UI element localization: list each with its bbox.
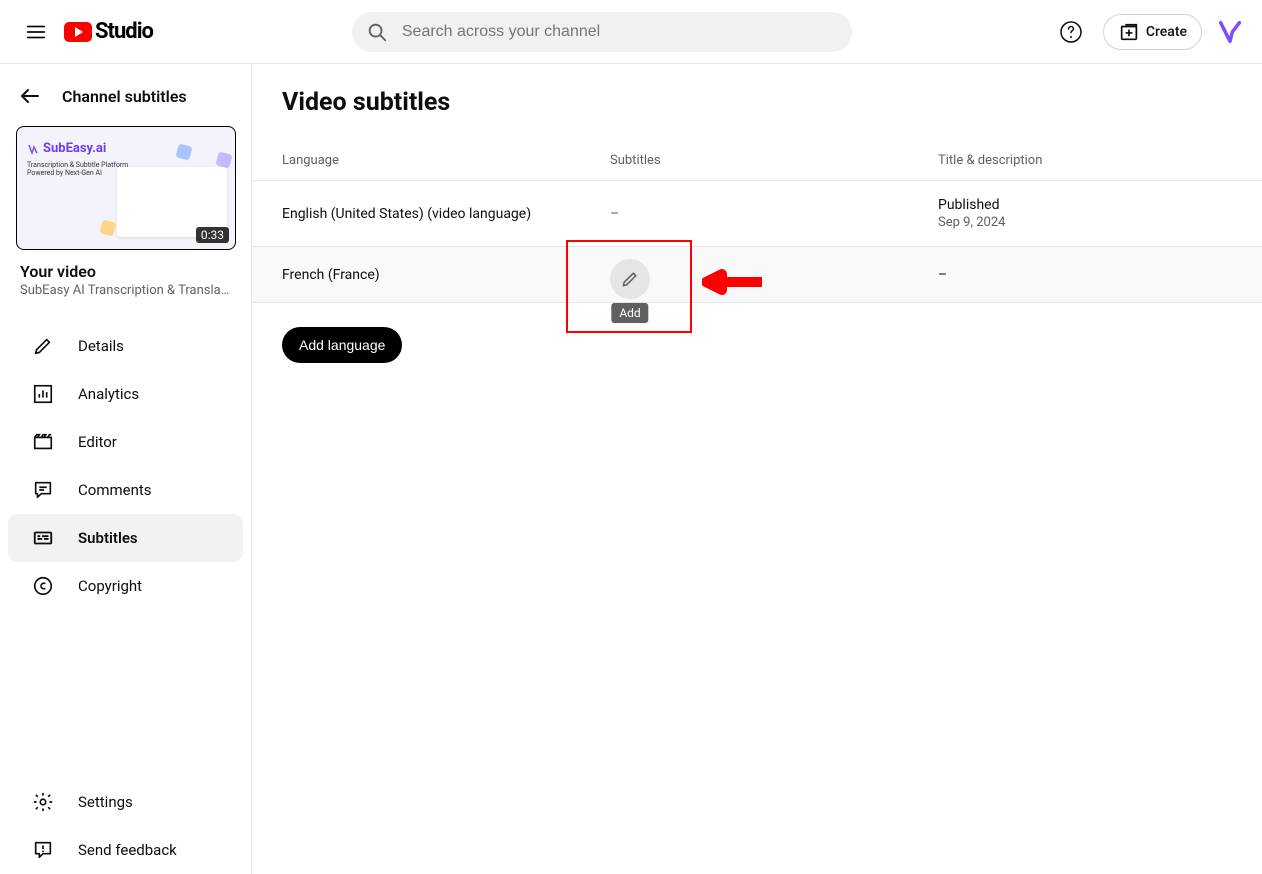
video-title: SubEasy AI Transcription & Translati... bbox=[20, 283, 231, 298]
page-title: Video subtitles bbox=[252, 64, 1262, 141]
menu-button[interactable] bbox=[16, 12, 56, 52]
status-text: Published bbox=[938, 197, 1232, 213]
nav-subtitles[interactable]: Subtitles bbox=[8, 514, 243, 562]
cell-language: English (United States) (video language) bbox=[282, 206, 610, 222]
account-avatar[interactable] bbox=[1214, 16, 1246, 48]
cell-subtitles: – bbox=[610, 206, 938, 222]
hamburger-icon bbox=[25, 21, 47, 43]
search-input[interactable] bbox=[402, 23, 848, 41]
copyright-icon bbox=[32, 575, 54, 597]
logo-text: Studio bbox=[95, 19, 153, 44]
help-icon bbox=[1059, 20, 1083, 44]
arrow-left-icon bbox=[18, 84, 42, 108]
thumb-deco-icon bbox=[215, 151, 232, 168]
nav-comments[interactable]: Comments bbox=[8, 466, 243, 514]
youtube-studio-logo[interactable]: Studio bbox=[64, 19, 153, 44]
back-to-channel-subtitles[interactable]: Channel subtitles bbox=[0, 70, 251, 122]
nav-analytics[interactable]: Analytics bbox=[8, 370, 243, 418]
search-icon bbox=[366, 21, 388, 43]
add-tooltip: Add bbox=[611, 303, 648, 323]
sidebar: Channel subtitles SubEasy.ai Transcripti… bbox=[0, 64, 252, 874]
nav-label: Copyright bbox=[78, 577, 142, 595]
your-video-heading: Your video bbox=[20, 262, 231, 281]
thumb-brand-icon bbox=[27, 143, 39, 155]
film-icon bbox=[32, 431, 54, 453]
add-language-button[interactable]: Add language bbox=[282, 327, 402, 363]
pencil-icon bbox=[32, 335, 54, 357]
nav-feedback[interactable]: Send feedback bbox=[8, 826, 243, 874]
cell-title-desc: – bbox=[938, 267, 1232, 283]
table-row[interactable]: French (France) Add – bbox=[252, 247, 1262, 303]
back-label: Channel subtitles bbox=[62, 87, 187, 106]
table-header: Language Subtitles Title & description bbox=[252, 141, 1262, 181]
feedback-icon bbox=[32, 839, 54, 861]
nav-label: Settings bbox=[78, 793, 133, 811]
help-button[interactable] bbox=[1051, 12, 1091, 52]
subtitles-icon bbox=[32, 527, 54, 549]
create-icon bbox=[1118, 21, 1140, 43]
nav-label: Subtitles bbox=[78, 529, 138, 547]
bar-chart-icon bbox=[32, 383, 54, 405]
nav-copyright[interactable]: Copyright bbox=[8, 562, 243, 610]
nav-label: Editor bbox=[78, 433, 117, 451]
create-label: Create bbox=[1146, 24, 1187, 40]
thumb-subtitle: Transcription & Subtitle Platform Powere… bbox=[27, 161, 128, 178]
nav-details[interactable]: Details bbox=[8, 322, 243, 370]
create-button[interactable]: Create bbox=[1103, 14, 1202, 50]
nav-settings[interactable]: Settings bbox=[8, 778, 243, 826]
nav-label: Analytics bbox=[78, 385, 139, 403]
nav-editor[interactable]: Editor bbox=[8, 418, 243, 466]
sidebar-nav: Details Analytics Editor Comments Subtit… bbox=[0, 322, 251, 874]
table-row[interactable]: English (United States) (video language)… bbox=[252, 181, 1262, 247]
cell-title-desc: Published Sep 9, 2024 bbox=[938, 197, 1232, 230]
nav-label: Comments bbox=[78, 481, 152, 499]
cell-language: French (France) bbox=[282, 267, 610, 283]
col-header-subtitles: Subtitles bbox=[610, 153, 938, 168]
thumb-deco-icon bbox=[175, 143, 192, 160]
gear-icon bbox=[32, 791, 54, 813]
pencil-icon bbox=[620, 269, 640, 289]
youtube-play-icon bbox=[64, 22, 92, 42]
add-subtitles-button[interactable] bbox=[610, 259, 650, 299]
avatar-icon bbox=[1216, 18, 1244, 46]
search-bar[interactable] bbox=[352, 12, 852, 52]
col-header-title-desc: Title & description bbox=[938, 153, 1232, 168]
content-area: Video subtitles Language Subtitles Title… bbox=[252, 64, 1262, 874]
nav-label: Details bbox=[78, 337, 124, 355]
video-thumbnail[interactable]: SubEasy.ai Transcription & Subtitle Plat… bbox=[16, 126, 236, 250]
col-header-language: Language bbox=[282, 153, 610, 168]
thumb-duration: 0:33 bbox=[196, 227, 229, 243]
status-date: Sep 9, 2024 bbox=[938, 215, 1232, 230]
comment-icon bbox=[32, 479, 54, 501]
header: Studio Create bbox=[0, 0, 1262, 64]
thumb-brand: SubEasy.ai bbox=[43, 141, 106, 156]
nav-label: Send feedback bbox=[78, 841, 177, 859]
thumb-deco-icon bbox=[99, 219, 116, 236]
